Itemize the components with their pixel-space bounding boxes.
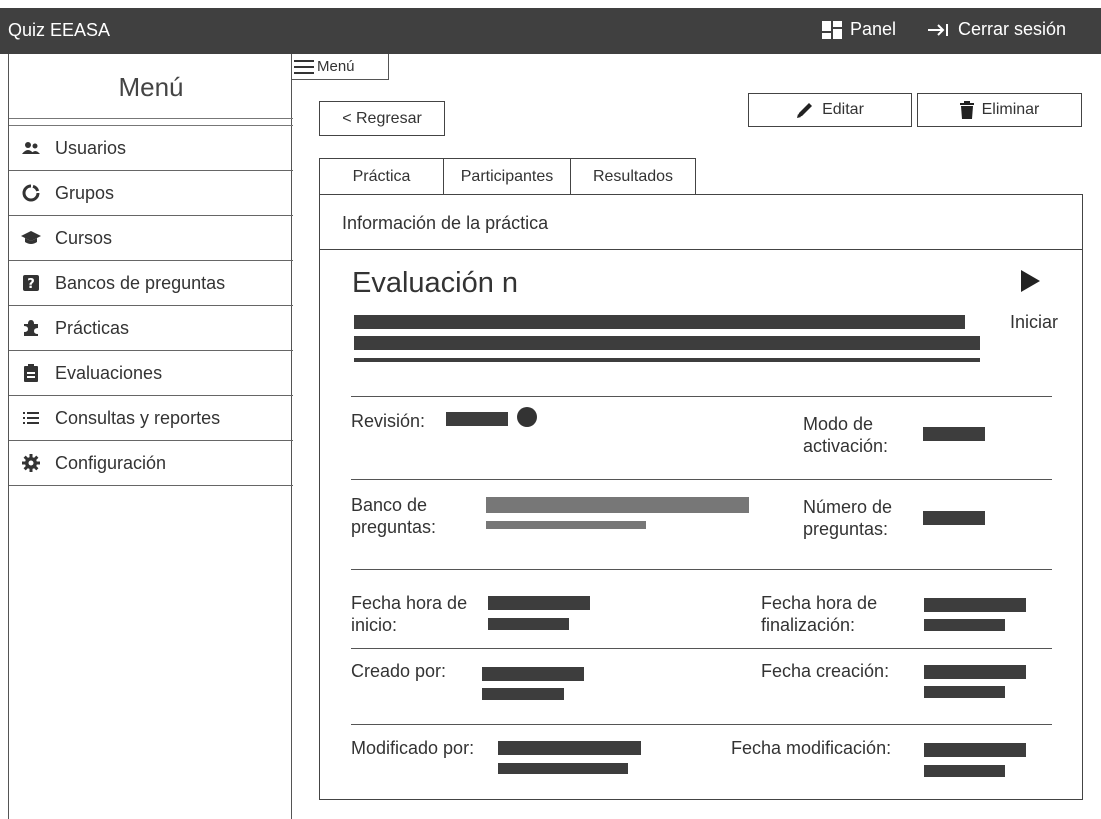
sidebar-item-configuracion[interactable]: Configuración bbox=[9, 441, 293, 486]
logout-link[interactable]: Cerrar sesión bbox=[928, 19, 1066, 40]
question-count-value bbox=[923, 511, 985, 525]
logout-label: Cerrar sesión bbox=[958, 19, 1067, 39]
sidebar-item-label: Bancos de preguntas bbox=[55, 273, 226, 293]
sidebar-item-label: Consultas y reportes bbox=[55, 408, 221, 428]
sidebar-item-label: Cursos bbox=[55, 228, 113, 248]
question-square-icon: ? bbox=[21, 275, 41, 291]
menu-toggle-label: Menú bbox=[317, 58, 355, 75]
sidebar-item-label: Evaluaciones bbox=[55, 363, 163, 383]
gear-icon bbox=[21, 454, 41, 472]
revision-label: Revisión: bbox=[351, 411, 426, 431]
dashboard-icon bbox=[822, 20, 842, 39]
divider bbox=[351, 396, 1052, 397]
created-by-label: Creado por: bbox=[351, 661, 447, 681]
info-section-header: Información de la práctica bbox=[319, 194, 1083, 250]
question-bank-value bbox=[486, 521, 646, 529]
trash-icon bbox=[959, 101, 974, 119]
edit-button[interactable]: Editar bbox=[748, 93, 912, 127]
menu-toggle-button[interactable]: Menú bbox=[292, 54, 389, 80]
tab-practica[interactable]: Práctica bbox=[319, 158, 444, 195]
modified-date-value bbox=[924, 743, 1026, 757]
sidebar-item-evaluaciones[interactable]: Evaluaciones bbox=[9, 351, 293, 396]
back-button[interactable]: < Regresar bbox=[319, 101, 445, 136]
evaluation-title: Evaluación n bbox=[352, 267, 519, 299]
sidebar-item-grupos[interactable]: Grupos bbox=[9, 171, 293, 216]
puzzle-icon bbox=[21, 319, 41, 337]
divider bbox=[351, 724, 1052, 725]
created-date-value bbox=[924, 686, 1005, 698]
sidebar-item-label: Grupos bbox=[55, 183, 115, 203]
description-placeholder bbox=[354, 358, 980, 362]
created-by-value bbox=[482, 688, 564, 700]
start-datetime-value bbox=[488, 596, 590, 610]
pencil-icon bbox=[797, 103, 813, 118]
revision-value bbox=[446, 412, 508, 426]
created-by-value bbox=[482, 667, 584, 681]
circle-notch-icon bbox=[21, 184, 41, 202]
question-bank-label: Banco de preguntas: bbox=[351, 495, 437, 537]
graduation-cap-icon bbox=[21, 230, 41, 246]
created-date-label: Fecha creación: bbox=[761, 661, 890, 681]
users-icon bbox=[21, 141, 41, 155]
tab-participantes[interactable]: Participantes bbox=[443, 158, 571, 195]
delete-button[interactable]: Eliminar bbox=[917, 93, 1082, 127]
list-icon bbox=[21, 412, 41, 424]
description-placeholder bbox=[354, 336, 980, 350]
sidebar-item-label: Configuración bbox=[55, 453, 167, 473]
start-datetime-label: Fecha hora de inicio: bbox=[351, 593, 468, 635]
top-bar: Quiz EEASA Panel Cerrar sesión bbox=[0, 8, 1101, 54]
divider bbox=[351, 648, 1052, 649]
activation-mode-label: Modo de activación: bbox=[803, 414, 889, 456]
sidebar-item-consultas[interactable]: Consultas y reportes bbox=[9, 396, 293, 441]
end-datetime-label: Fecha hora de finalización: bbox=[761, 593, 878, 635]
delete-label: Eliminar bbox=[981, 101, 1040, 118]
question-bank-value bbox=[486, 497, 749, 513]
modified-date-value bbox=[924, 765, 1005, 777]
edit-label: Editar bbox=[822, 101, 864, 118]
sidebar-item-usuarios[interactable]: Usuarios bbox=[9, 126, 293, 171]
modified-date-label: Fecha modificación: bbox=[731, 738, 892, 758]
modified-by-value bbox=[498, 763, 628, 774]
modified-by-label: Modificado por: bbox=[351, 738, 475, 758]
hamburger-icon bbox=[294, 59, 314, 74]
start-label[interactable]: Iniciar bbox=[1010, 312, 1058, 333]
revision-status-dot bbox=[517, 407, 537, 427]
sidebar-item-label: Usuarios bbox=[55, 138, 127, 158]
modified-by-value bbox=[498, 741, 641, 755]
sidebar-item-label: Prácticas bbox=[55, 318, 130, 338]
sidebar-title: Menú bbox=[118, 72, 184, 102]
divider bbox=[351, 479, 1052, 480]
sidebar-divider bbox=[9, 118, 293, 126]
question-count-label: Número de preguntas: bbox=[803, 497, 893, 539]
svg-text:?: ? bbox=[27, 277, 35, 291]
sidebar: Menú Usuarios Grupos Cursos ? Bancos de … bbox=[8, 54, 293, 819]
tab-resultados[interactable]: Resultados bbox=[570, 158, 696, 195]
panel-link[interactable]: Panel bbox=[822, 19, 896, 40]
clipboard-icon bbox=[21, 364, 41, 382]
info-section-title: Información de la práctica bbox=[342, 213, 549, 233]
panel-label: Panel bbox=[850, 19, 897, 39]
description-placeholder bbox=[354, 315, 965, 329]
end-datetime-value bbox=[924, 598, 1026, 612]
sidebar-item-bancos[interactable]: ? Bancos de preguntas bbox=[9, 261, 293, 306]
app-title: Quiz EEASA bbox=[8, 20, 111, 40]
sidebar-item-practicas[interactable]: Prácticas bbox=[9, 306, 293, 351]
divider bbox=[351, 569, 1052, 570]
created-date-value bbox=[924, 665, 1026, 679]
end-datetime-value bbox=[924, 619, 1005, 631]
logout-icon bbox=[928, 23, 948, 36]
play-icon[interactable] bbox=[1018, 268, 1042, 294]
start-datetime-value bbox=[488, 618, 569, 630]
sidebar-item-cursos[interactable]: Cursos bbox=[9, 216, 293, 261]
activation-mode-value bbox=[923, 427, 985, 441]
